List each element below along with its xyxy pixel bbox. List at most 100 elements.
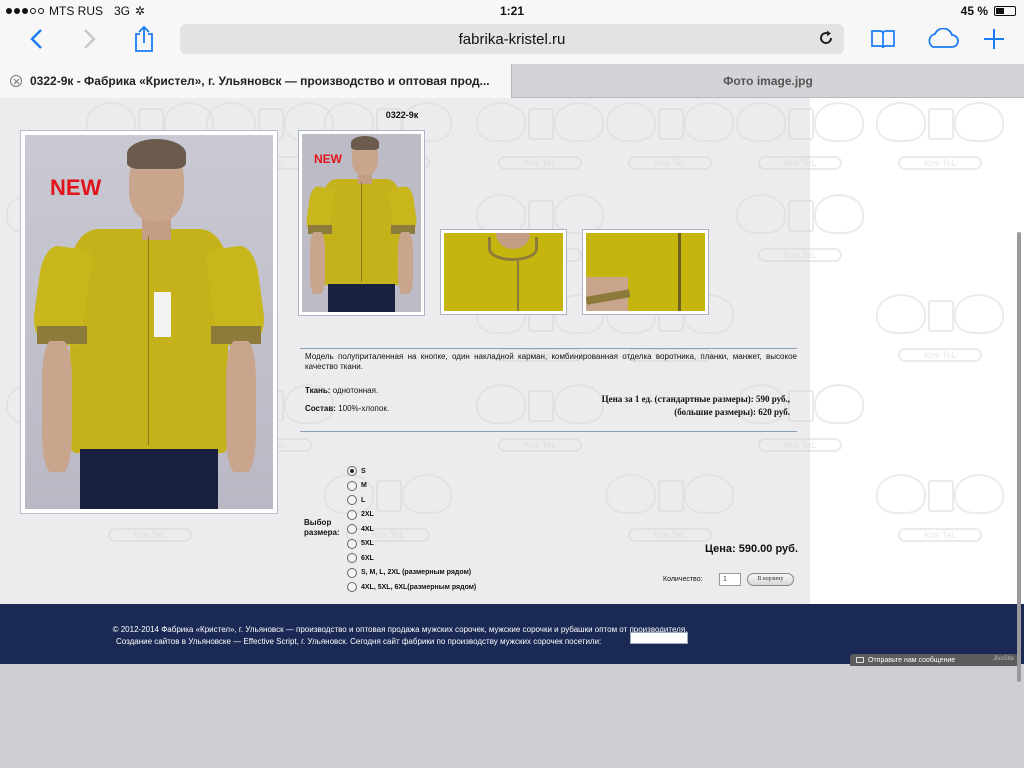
watermark-text: Kris TeL [498,438,582,452]
fabric-label: Ткань: [305,386,331,395]
radio-button[interactable] [347,495,357,505]
radio-button[interactable] [347,553,357,563]
size-option-label: 4XL [361,525,374,533]
size-option-label: M [361,482,367,489]
quantity-label: Количество: [663,576,703,583]
widget-brand: JivoSite [992,656,1014,662]
size-option-label: 4XL, 5XL, 6XL(размерным рядом) [361,583,477,591]
radio-button[interactable] [347,567,357,578]
main-product-photo[interactable]: NEW [20,130,278,514]
radio-button[interactable] [347,466,357,476]
status-bar: MTS RUS 3G ✲ 1:21 45 % [0,0,1024,20]
tab-title: 0322-9к - Фабрика «Кристел», г. Ульяновс… [30,74,490,88]
reload-icon[interactable] [816,28,836,48]
thumbnail-front[interactable]: NEW [298,130,425,316]
browser-chrome: MTS RUS 3G ✲ 1:21 45 % fabrika-kristel.r… [0,0,1024,64]
size-option[interactable]: M [347,480,367,492]
divider [300,348,797,349]
url-text: fabrika-kristel.ru [458,31,566,48]
size-option-label: L [361,496,366,504]
tab-title: Фото image.jpg [723,74,813,88]
watermark-logo: Kris TeL [730,190,870,280]
radio-button[interactable] [347,524,357,534]
size-option[interactable]: 4XL [347,523,374,535]
size-option-label: 2XL [361,511,374,518]
cuff-photo [586,233,705,311]
back-arrow-icon[interactable] [24,24,48,54]
size-option[interactable]: S, M, L, 2XL (размерным рядом) [347,567,471,579]
watermark-logo: Kris TeL [318,470,458,560]
new-badge: NEW [50,175,102,200]
size-option-label: 6XL [361,554,374,562]
watermark-text: Kris TeL [108,528,192,542]
composition-spec: Состав: 100%-хлопок. [305,404,389,413]
watermark-text: Kris TeL [898,348,982,362]
empty-area [0,664,1024,768]
collar-photo [444,233,563,311]
shirt-photo: NEW [302,134,421,312]
tab-bar: 0322-9к - Фабрика «Кристел», г. Ульяновс… [0,64,1024,98]
close-tab-icon[interactable] [10,75,22,87]
tab-photo[interactable]: Фото image.jpg [512,64,1024,98]
fabric-value: однотонная. [332,386,379,395]
address-bar[interactable]: fabrika-kristel.ru [180,24,844,54]
price-large: (большие размеры): 620 руб. [674,407,790,417]
composition-label: Состав: [305,404,336,413]
watermark-text: Kris TeL [498,156,582,170]
radio-button[interactable] [347,509,357,520]
radio-button[interactable] [347,480,357,491]
watermark-logo: Kris TeL [470,380,610,470]
message-icon [856,657,864,663]
radio-button[interactable] [347,538,357,549]
watermark-text: Kris TeL [898,156,982,170]
tab-product[interactable]: 0322-9к - Фабрика «Кристел», г. Ульяновс… [0,64,512,98]
quantity-input[interactable]: 1 [719,573,741,586]
watermark-text: Kris TeL [758,438,842,452]
size-option-label: 5XL [361,540,374,547]
footer-credits: Создание сайтов в Ульяновске — Effective… [116,637,602,646]
size-option[interactable]: 5XL [347,538,374,550]
size-option[interactable]: L [347,494,365,506]
size-option[interactable]: 4XL, 5XL, 6XL(размерным рядом) [347,581,476,593]
watermark-text: Kris TeL [758,156,842,170]
share-icon[interactable] [130,24,158,54]
divider [300,431,797,432]
watermark-text: Kris TeL [758,248,842,262]
visit-counter [630,632,688,644]
add-to-cart-button[interactable]: В корзину [747,573,794,586]
scrollbar[interactable] [1017,232,1021,682]
battery-text: 45 % [960,4,988,18]
thumbnail-collar[interactable] [440,229,567,315]
size-option[interactable]: 6XL [347,552,374,564]
forward-arrow-icon[interactable] [78,24,102,54]
radio-button[interactable] [347,582,357,592]
composition-value: 100%-хлопок. [338,404,390,413]
size-option-label: S [361,467,366,475]
shirt-photo: NEW [25,135,273,509]
total-price: Цена: 590.00 руб. [704,543,798,555]
watermark-text: Kris TeL [898,528,982,542]
size-option[interactable]: S [347,465,366,477]
size-option-label: S, M, L, 2XL (размерным рядом) [361,569,472,576]
book-icon[interactable] [868,24,898,54]
watermark-logo: Kris TeL [600,98,740,188]
product-title: 0322-9к [385,110,419,120]
watermark-logo: Kris TeL [470,98,610,188]
icloud-icon[interactable] [922,24,962,54]
new-badge: NEW [314,152,342,166]
fabric-spec: Ткань: однотонная. [305,386,378,395]
product-description: Модель полуприталенная на кнопке, один н… [305,352,797,371]
watermark-logo: Kris TeL [870,290,1010,380]
watermark-logo: Kris TeL [870,98,1010,188]
thumbnail-cuff[interactable] [582,229,709,315]
price-standard: Цена за 1 ед. (стандартные размеры): 590… [601,394,790,404]
plus-icon[interactable] [980,24,1008,54]
feedback-widget[interactable]: Отправьте нам сообщение JivoSite [850,654,1018,666]
clock: 1:21 [499,4,525,18]
watermark-logo: Kris TeL [870,470,1010,560]
battery-icon [994,6,1016,16]
watermark-text: Kris TeL [628,528,712,542]
watermark-logo: Kris TeL [730,98,870,188]
size-option[interactable]: 2XL [347,509,374,521]
feedback-label: Отправьте нам сообщение [868,656,956,664]
